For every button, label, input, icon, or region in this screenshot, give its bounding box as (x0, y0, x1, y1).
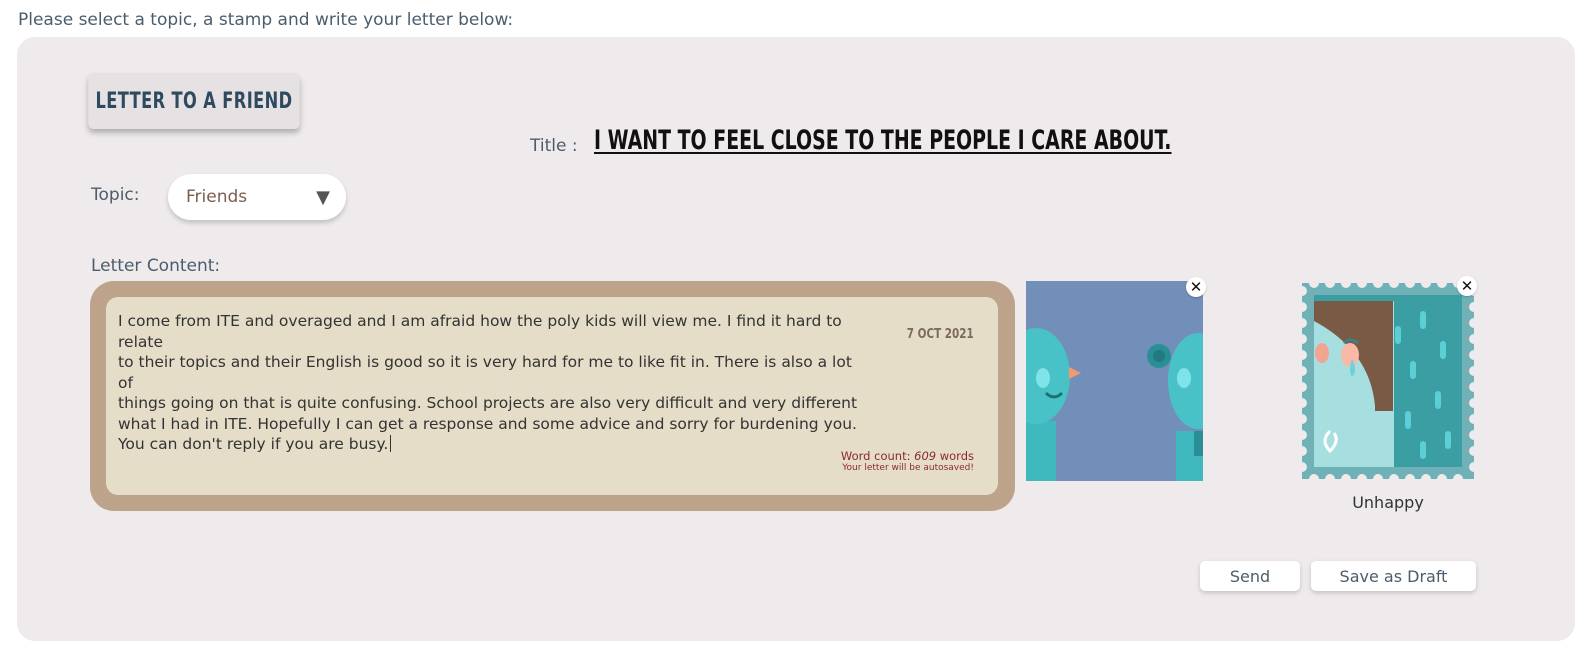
stamp-label: Unhappy (1352, 493, 1424, 512)
letter-title[interactable]: I WANT TO FEEL CLOSE TO THE PEOPLE I CAR… (594, 125, 1171, 156)
letter-line: I come from ITE and overaged and I am af… (118, 312, 842, 351)
remove-stamp-button[interactable]: ✕ (1457, 276, 1477, 296)
letter-date: 7 OCT 2021 (907, 327, 974, 342)
topic-illustration[interactable] (1026, 281, 1203, 481)
unhappy-stamp-icon (1297, 278, 1479, 484)
letter-content-label: Letter Content: (91, 256, 221, 276)
instructions-text: Please select a topic, a stamp and write… (18, 10, 514, 30)
topic-label: Topic: (91, 185, 140, 205)
save-draft-button[interactable]: Save as Draft (1311, 561, 1476, 591)
letter-line: what I had in ITE. Hopefully I can get a… (118, 414, 857, 433)
topic-selected-value: Friends (186, 187, 248, 207)
letter-type-tab[interactable]: LETTER TO A FRIEND (88, 73, 300, 129)
friends-illustration (1026, 281, 1203, 481)
send-button[interactable]: Send (1200, 561, 1300, 591)
stamp-unhappy[interactable] (1297, 278, 1479, 484)
word-count-value: 609 (914, 449, 937, 463)
remove-topic-image-button[interactable]: ✕ (1186, 277, 1206, 297)
autosave-note: Your letter will be autosaved! (842, 463, 974, 473)
letter-textarea[interactable]: I come from ITE and overaged and I am af… (106, 297, 998, 495)
letter-body-text[interactable]: I come from ITE and overaged and I am af… (118, 311, 863, 455)
letter-line: You can don't reply if you are busy. (118, 435, 389, 453)
text-cursor (390, 435, 392, 452)
chevron-down-icon: ▼ (316, 186, 330, 208)
word-count-suffix: words (936, 449, 974, 463)
title-label: Title : (530, 136, 578, 156)
letter-frame: I come from ITE and overaged and I am af… (90, 281, 1015, 511)
letter-line: things going on that is quite confusing.… (118, 394, 858, 412)
word-count-prefix: Word count: (840, 449, 915, 463)
word-count: Word count: 609 words (841, 449, 974, 463)
letter-line: to their topics and their English is goo… (118, 353, 852, 392)
topic-dropdown[interactable]: Friends ▼ (168, 174, 346, 220)
letter-compose-panel: LETTER TO A FRIEND Title : I WANT TO FEE… (17, 37, 1575, 641)
